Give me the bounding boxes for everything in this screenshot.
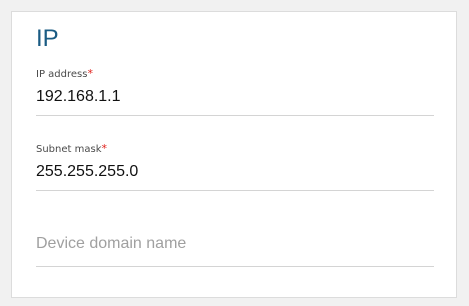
subnet-mask-label-text: Subnet mask (36, 144, 102, 155)
required-marker: * (87, 67, 93, 80)
device-domain-name-field (36, 233, 434, 267)
subnet-mask-input[interactable] (36, 158, 434, 191)
section-title: IP (36, 25, 59, 52)
ip-address-field: IP address* (36, 67, 434, 116)
required-marker: * (101, 142, 108, 155)
ip-settings-card: IP IP address* Subnet mask* (11, 11, 457, 298)
subnet-mask-label: Subnet mask* (36, 142, 434, 156)
ip-address-input[interactable] (36, 83, 434, 116)
subnet-mask-field: Subnet mask* (36, 142, 434, 191)
ip-address-label-text: IP address (36, 69, 88, 80)
ip-address-label: IP address* (36, 67, 434, 81)
device-domain-name-input[interactable] (36, 235, 434, 267)
